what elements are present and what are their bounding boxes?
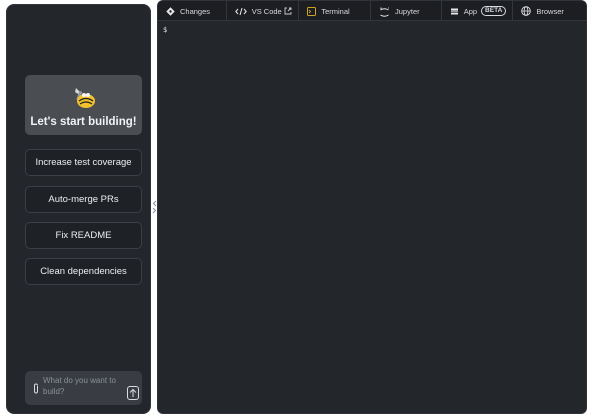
tab-bar: Changes VS Code Terminal Jupyter App BET… xyxy=(158,1,586,21)
tab-label: Jupyter xyxy=(395,6,420,16)
tab-vs-code[interactable]: VS Code xyxy=(227,1,300,21)
tab-label: Terminal xyxy=(321,6,350,16)
jupyter-icon xyxy=(379,7,390,17)
prompt-box xyxy=(25,371,142,405)
terminal-icon xyxy=(307,6,317,16)
grid-app-icon xyxy=(450,7,459,16)
tab-changes[interactable]: Changes xyxy=(158,1,227,21)
prompt-input[interactable] xyxy=(43,375,123,403)
tab-browser[interactable]: Browser xyxy=(513,1,586,21)
code-brackets-icon xyxy=(234,7,247,16)
terminal-output[interactable]: $ xyxy=(163,26,167,34)
auto-merge-prs-button[interactable]: Auto-merge PRs xyxy=(25,186,142,213)
increase-test-coverage-button[interactable]: Increase test coverage xyxy=(25,149,142,176)
tab-terminal[interactable]: Terminal xyxy=(299,1,372,21)
tab-app[interactable]: App BETA xyxy=(442,1,514,21)
tab-label: App xyxy=(463,6,478,16)
tab-label: Changes xyxy=(180,6,211,16)
external-link-icon[interactable] xyxy=(284,7,292,15)
mascot-logo-icon xyxy=(75,88,95,108)
chevron-left-icon xyxy=(152,200,156,207)
fix-readme-button[interactable]: Fix README xyxy=(25,222,142,249)
globe-icon xyxy=(521,6,532,16)
sidebar: Let's start building! Increase test cove… xyxy=(6,4,151,414)
hero-title: Let's start building! xyxy=(30,116,137,128)
tab-label: Browser xyxy=(536,6,564,16)
tab-jupyter[interactable]: Jupyter xyxy=(371,1,442,21)
terminal-prompt: $ xyxy=(163,26,168,34)
hero-card: Let's start building! xyxy=(25,75,142,135)
workspace-panel: Changes VS Code Terminal Jupyter App BET… xyxy=(157,0,587,414)
arrow-up-icon xyxy=(129,388,137,397)
send-button[interactable] xyxy=(127,386,139,400)
clean-dependencies-button[interactable]: Clean dependencies xyxy=(25,258,142,285)
tab-label: VS Code xyxy=(251,6,282,16)
chevron-right-icon xyxy=(152,207,156,214)
git-diamond-icon xyxy=(166,6,175,16)
beta-badge: BETA xyxy=(481,6,507,16)
paperclip-icon[interactable] xyxy=(32,383,40,394)
